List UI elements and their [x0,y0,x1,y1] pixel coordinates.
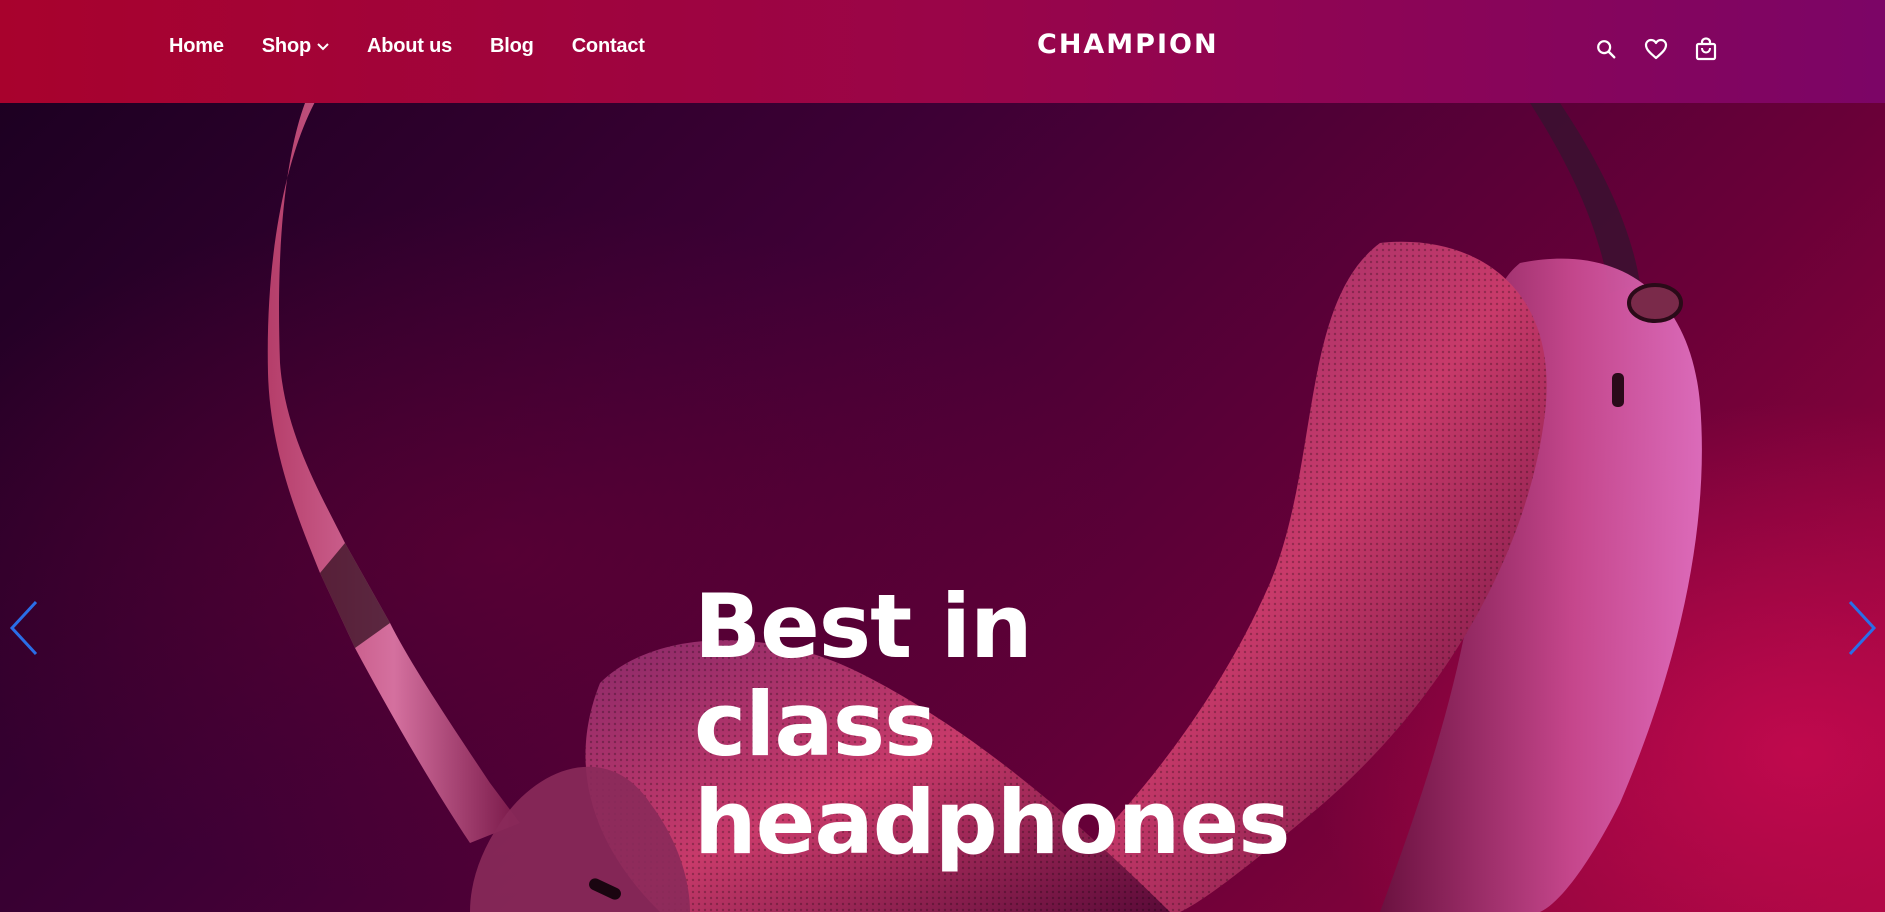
chevron-down-icon [317,42,329,50]
nav-about-label: About us [366,35,453,57]
hero-headline-line2: headphones [694,771,1291,874]
next-slide-button[interactable] [1846,600,1878,661]
nav-about[interactable]: About us [367,35,452,58]
shopping-bag-icon[interactable] [1692,35,1720,63]
heart-icon[interactable] [1642,35,1670,63]
nav-contact[interactable]: Contact [572,35,645,58]
nav-blog-label: Blog [490,35,534,57]
nav-contact-label: Contact [571,35,645,57]
header-actions [1570,35,1720,63]
nav-home[interactable]: Home [169,35,224,58]
site-logo[interactable]: CHAMPION [1037,29,1219,60]
nav-blog[interactable]: Blog [490,35,534,58]
hero-headline: Best in class headphones [694,575,1291,874]
nav-shop-label: Shop [261,35,311,57]
hero-headline-line1: Best in class [694,575,1033,776]
main-nav: Home Shop About us Blog Contact [169,35,683,58]
nav-shop[interactable]: Shop [262,35,329,58]
hero-slider: Best in class headphones [0,103,1885,912]
nav-home-label: Home [169,35,224,57]
site-header: Home Shop About us Blog Contact CHAMPION [0,0,1885,103]
chevron-right-icon [1848,600,1877,656]
chevron-left-icon [9,600,38,656]
prev-slide-button[interactable] [8,600,40,661]
search-icon[interactable] [1592,35,1620,63]
